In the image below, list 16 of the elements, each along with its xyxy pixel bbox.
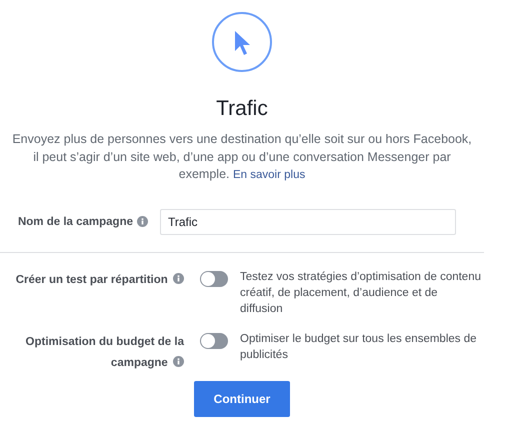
description-text: Envoyez plus de personnes vers une destination qu’elle soit sur ou hors Facebook, il peut s’agir d’un site web, d’une app ou d’une conversation Messenger par exemple. En savoir plus — [12, 131, 472, 183]
campaign-name-field[interactable]: Trafic — [160, 208, 456, 234]
option-description: Optimiser le budget sur tous les ensembles de publicités — [240, 332, 478, 362]
option-description: Testez vos stratégies d’optimisation de contenu créatif, de placement, d’audience et de diffusion — [240, 270, 482, 316]
option-label: Optimisation du budget de la campagne — [26, 336, 184, 368]
page-title: Trafic — [216, 97, 268, 121]
info-icon[interactable] — [173, 272, 184, 284]
field-label: Nom de la campagne — [18, 216, 133, 228]
cursor-icon — [211, 11, 273, 73]
continue-button[interactable]: Continuer — [194, 380, 290, 416]
option-label: Créer un test par répartition — [16, 274, 184, 286]
toggle-switch[interactable] — [200, 270, 228, 286]
toggle-switch[interactable] — [200, 332, 228, 348]
info-icon[interactable] — [173, 356, 184, 366]
info-icon[interactable] — [137, 216, 148, 227]
learn-more-link[interactable]: En savoir plus — [232, 169, 306, 181]
